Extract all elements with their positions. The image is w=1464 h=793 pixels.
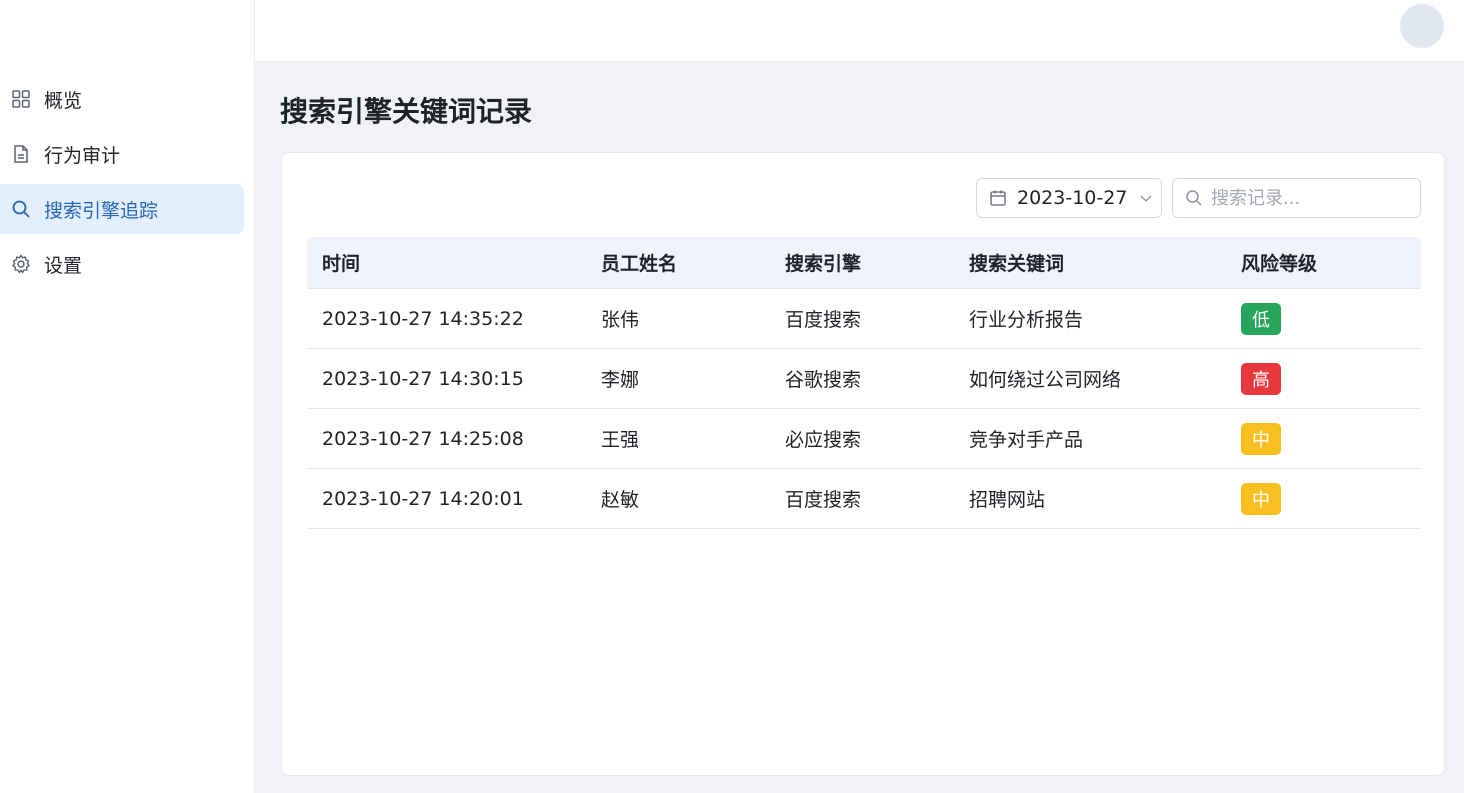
- cell-engine: 百度搜索: [785, 309, 862, 331]
- date-value: 2023-10-27: [1017, 187, 1128, 209]
- avatar[interactable]: [1400, 4, 1444, 48]
- cell-time: 2023-10-27 14:25:08: [322, 427, 524, 450]
- sidebar-item-settings[interactable]: 设置: [0, 239, 244, 289]
- cell-name: 赵敏: [601, 489, 640, 511]
- table-row[interactable]: 2023-10-27 14:35:22 张伟 百度搜索 行业分析报告 低: [307, 289, 1421, 349]
- sidebar: 概览 行为审计 搜索引擎追踪 设置: [0, 0, 255, 793]
- cell-time: 2023-10-27 14:20:01: [322, 487, 524, 510]
- cell-keyword: 如何绕过公司网络: [969, 369, 1122, 391]
- date-picker[interactable]: 2023-10-27: [976, 178, 1162, 218]
- search-icon: [10, 198, 32, 220]
- table-row[interactable]: 2023-10-27 14:25:08 王强 必应搜索 竞争对手产品 中: [307, 409, 1421, 469]
- main-content: 搜索引擎关键词记录 2023-10-27 时间 员工姓名: [255, 62, 1464, 793]
- table-row[interactable]: 2023-10-27 14:30:15 李娜 谷歌搜索 如何绕过公司网络 高: [307, 349, 1421, 409]
- gear-icon: [10, 253, 32, 275]
- sidebar-nav: 概览 行为审计 搜索引擎追踪 设置: [0, 74, 244, 294]
- table-row[interactable]: 2023-10-27 14:20:01 赵敏 百度搜索 招聘网站 中: [307, 469, 1421, 529]
- sidebar-item-label: 行为审计: [44, 144, 121, 167]
- records-table: 时间 员工姓名 搜索引擎 搜索关键词 风险等级 2023-10-27 14:35…: [307, 237, 1421, 529]
- search-records[interactable]: [1172, 178, 1421, 218]
- risk-badge: 中: [1241, 422, 1281, 455]
- column-header-name: 员工姓名: [601, 253, 678, 275]
- calendar-icon: [990, 190, 1006, 206]
- top-bar: [255, 0, 1464, 62]
- sidebar-item-overview[interactable]: 概览: [0, 74, 244, 124]
- column-header-time: 时间: [322, 253, 361, 275]
- sidebar-item-label: 概览: [44, 89, 83, 112]
- cell-engine: 必应搜索: [785, 429, 862, 451]
- column-header-engine: 搜索引擎: [785, 253, 862, 275]
- sidebar-item-behavior-audit[interactable]: 行为审计: [0, 129, 244, 179]
- cell-engine: 谷歌搜索: [785, 369, 862, 391]
- records-card: 2023-10-27 时间 员工姓名 搜索引擎 搜索关键词 风险等级 2023-…: [281, 152, 1445, 776]
- search-icon: [1186, 190, 1202, 206]
- sidebar-item-search-tracking[interactable]: 搜索引擎追踪: [0, 184, 244, 234]
- table-header: 时间 员工姓名 搜索引擎 搜索关键词 风险等级: [307, 237, 1421, 289]
- search-input[interactable]: [1211, 187, 1411, 209]
- column-header-risk: 风险等级: [1241, 253, 1318, 275]
- chevron-down-icon: [1140, 195, 1152, 202]
- risk-badge: 中: [1241, 482, 1281, 515]
- cell-keyword: 招聘网站: [969, 489, 1046, 511]
- cell-time: 2023-10-27 14:30:15: [322, 367, 524, 390]
- sidebar-item-label: 搜索引擎追踪: [44, 199, 159, 222]
- cell-time: 2023-10-27 14:35:22: [322, 307, 524, 330]
- cell-name: 李娜: [601, 369, 640, 391]
- risk-badge: 低: [1241, 302, 1281, 335]
- cell-keyword: 竞争对手产品: [969, 429, 1084, 451]
- cell-name: 张伟: [601, 309, 640, 331]
- page-title: 搜索引擎关键词记录: [280, 95, 533, 128]
- cell-keyword: 行业分析报告: [969, 309, 1084, 331]
- document-icon: [10, 143, 32, 165]
- cell-name: 王强: [601, 429, 640, 451]
- column-header-keyword: 搜索关键词: [969, 253, 1065, 275]
- grid-icon: [10, 88, 32, 110]
- risk-badge: 高: [1241, 362, 1281, 395]
- sidebar-item-label: 设置: [44, 254, 83, 277]
- cell-engine: 百度搜索: [785, 489, 862, 511]
